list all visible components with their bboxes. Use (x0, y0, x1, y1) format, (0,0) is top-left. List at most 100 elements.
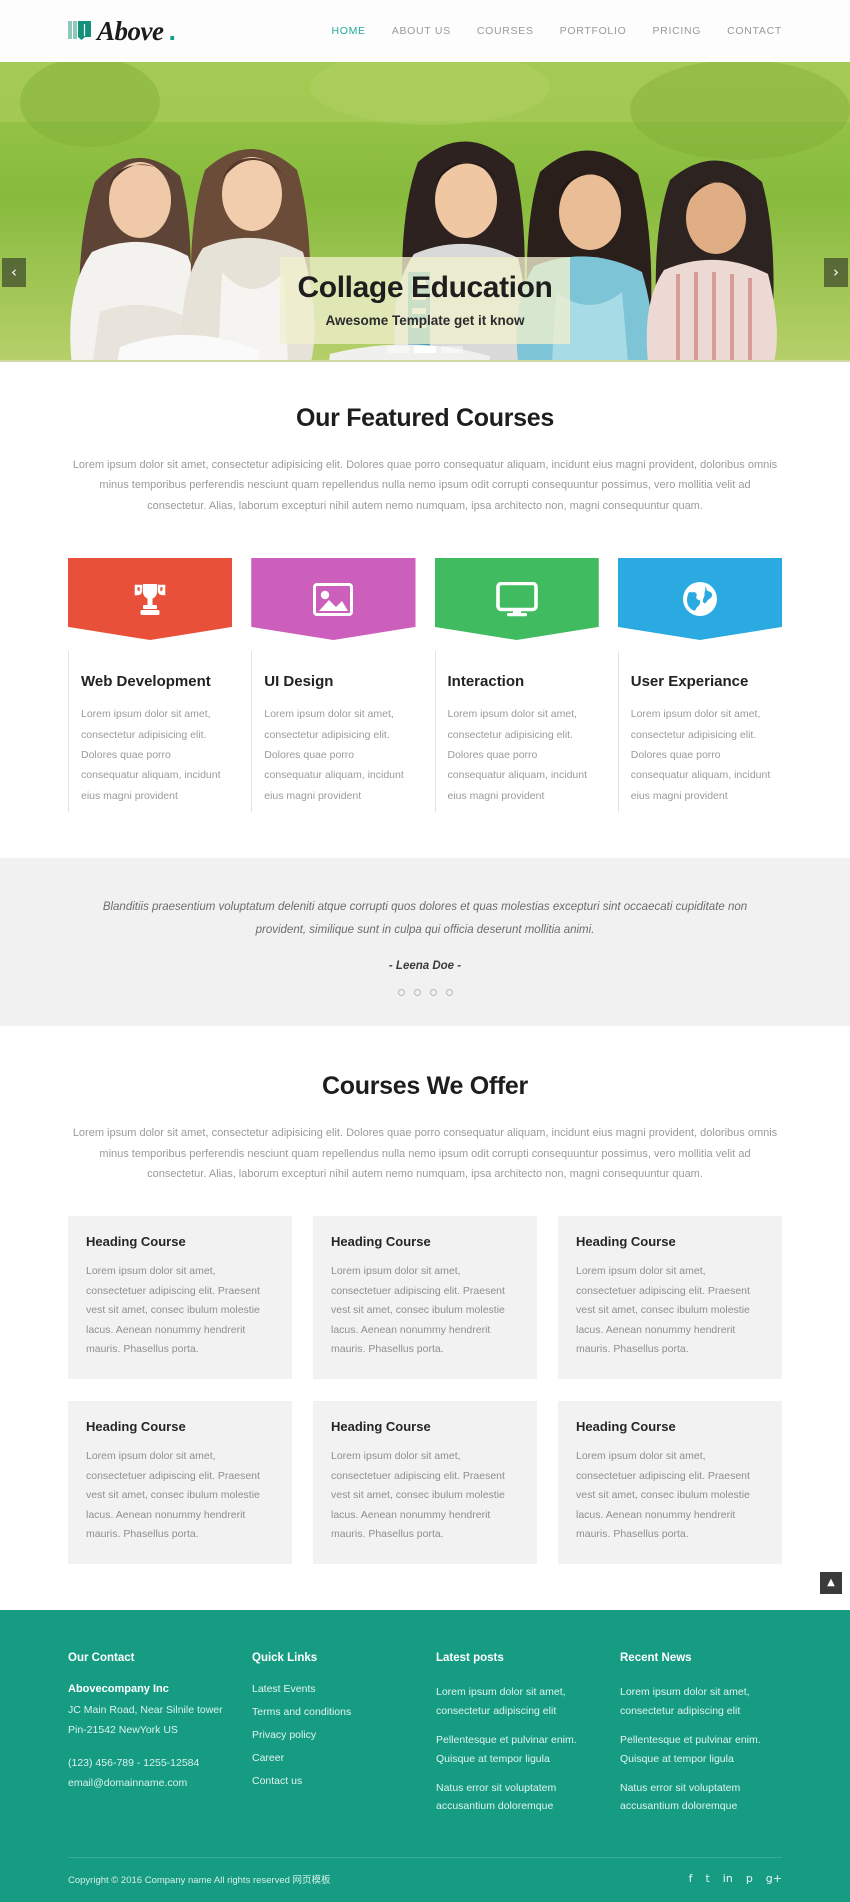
footer-latest-post-item[interactable]: Pellentesque et pulvinar enim. Quisque a… (436, 1731, 598, 1768)
feature-card-text: Lorem ipsum dolor sit amet, consectetur … (631, 704, 772, 806)
footer-address-line-1: JC Main Road, Near Silnile tower (68, 1701, 230, 1720)
offer-card-title: Heading Course (576, 1234, 764, 1249)
slider-dot-2[interactable] (414, 346, 436, 353)
featured-cards: Web Development Lorem ipsum dolor sit am… (68, 558, 782, 812)
offer-card-title: Heading Course (331, 1419, 519, 1434)
nav-item-contact[interactable]: CONTACT (727, 25, 782, 37)
footer-link-career[interactable]: Career (252, 1752, 414, 1764)
footer-contact-heading: Our Contact (68, 1652, 230, 1664)
slider-prev-button[interactable]: ‹ (2, 258, 26, 287)
feature-card-web-development[interactable]: Web Development Lorem ipsum dolor sit am… (68, 558, 232, 812)
footer-column-contact: Our Contact Abovecompany Inc JC Main Roa… (68, 1652, 230, 1826)
slider-dot-1[interactable] (387, 346, 409, 353)
nav-item-courses[interactable]: COURSES (477, 25, 534, 37)
feature-card-ui-design[interactable]: UI Design Lorem ipsum dolor sit amet, co… (251, 558, 415, 812)
footer-email[interactable]: email@domainname.com (68, 1774, 230, 1793)
main-navigation: HOME ABOUT US COURSES PORTFOLIO PRICING … (331, 25, 782, 37)
offer-card-title: Heading Course (86, 1234, 274, 1249)
linkedin-icon[interactable]: in (723, 1873, 733, 1884)
feature-card-text: Lorem ipsum dolor sit amet, consectetur … (448, 704, 589, 806)
testimonial-dot-1[interactable] (398, 989, 405, 996)
hero-slider: ‹ › Collage Education Awesome Template g… (0, 62, 850, 362)
slider-pagination (387, 346, 463, 353)
footer-link-latest-events[interactable]: Latest Events (252, 1683, 414, 1695)
hero-subtitle: Awesome Template get it know (290, 313, 560, 328)
featured-courses-section: Our Featured Courses Lorem ipsum dolor s… (0, 362, 850, 858)
footer-recent-news-item[interactable]: Pellentesque et pulvinar enim. Quisque a… (620, 1731, 782, 1768)
slider-next-button[interactable]: › (824, 258, 848, 287)
pinterest-icon[interactable]: p (746, 1873, 753, 1884)
footer-link-contact-us[interactable]: Contact us (252, 1775, 414, 1787)
footer-latest-post-item[interactable]: Lorem ipsum dolor sit amet, consectetur … (436, 1683, 598, 1720)
footer-latest-post-item[interactable]: Natus error sit voluptatem accusantium d… (436, 1779, 598, 1816)
offer-card-text: Lorem ipsum dolor sit amet, consectetuer… (86, 1447, 274, 1544)
footer-recent-news-item[interactable]: Natus error sit voluptatem accusantium d… (620, 1779, 782, 1816)
scroll-to-top-button[interactable]: ▲ (820, 1572, 842, 1594)
testimonial-dot-3[interactable] (430, 989, 437, 996)
offer-card[interactable]: Heading Course Lorem ipsum dolor sit ame… (313, 1401, 537, 1564)
footer-bottom-bar: Copyright © 2016 Company name All rights… (68, 1857, 782, 1902)
feature-card-body: Web Development Lorem ipsum dolor sit am… (68, 651, 232, 812)
slider-dot-3[interactable] (441, 346, 463, 353)
twitter-icon[interactable]: t (705, 1873, 709, 1884)
footer-company-name: Abovecompany Inc (68, 1683, 230, 1695)
feature-card-banner (251, 558, 415, 640)
hero-title: Collage Education (290, 271, 560, 304)
nav-item-pricing[interactable]: PRICING (652, 25, 701, 37)
nav-item-portfolio[interactable]: PORTFOLIO (560, 25, 627, 37)
footer-columns: Our Contact Abovecompany Inc JC Main Roa… (68, 1652, 782, 1856)
offer-card-text: Lorem ipsum dolor sit amet, consectetuer… (86, 1262, 274, 1359)
testimonial-quote: Blanditiis praesentium voluptatum deleni… (80, 896, 770, 941)
footer-latestposts-heading: Latest posts (436, 1652, 598, 1664)
logo-dot: . (168, 16, 176, 47)
offer-card[interactable]: Heading Course Lorem ipsum dolor sit ame… (313, 1216, 537, 1379)
feature-card-title: UI Design (264, 673, 405, 690)
footer-spacer (68, 1740, 230, 1754)
feature-card-user-experiance[interactable]: User Experiance Lorem ipsum dolor sit am… (618, 558, 782, 812)
offer-card[interactable]: Heading Course Lorem ipsum dolor sit ame… (558, 1216, 782, 1379)
offer-cards-grid: Heading Course Lorem ipsum dolor sit ame… (68, 1216, 782, 1564)
footer-column-latest-posts: Latest posts Lorem ipsum dolor sit amet,… (436, 1652, 598, 1826)
footer-phone: (123) 456-789 - 1255-12584 (68, 1754, 230, 1773)
featured-section-title: Our Featured Courses (68, 404, 782, 433)
offer-card[interactable]: Heading Course Lorem ipsum dolor sit ame… (558, 1401, 782, 1564)
footer-address-line-2: Pin-21542 NewYork US (68, 1721, 230, 1740)
hero-caption: Collage Education Awesome Template get i… (280, 257, 570, 344)
testimonial-dot-4[interactable] (446, 989, 453, 996)
facebook-icon[interactable]: f (689, 1873, 693, 1884)
nav-item-about-us[interactable]: ABOUT US (392, 25, 451, 37)
footer-column-quick-links: Quick Links Latest Events Terms and cond… (252, 1652, 414, 1826)
testimonial-author: - Leena Doe - (68, 960, 782, 972)
feature-card-title: Web Development (81, 673, 222, 690)
feature-card-interaction[interactable]: Interaction Lorem ipsum dolor sit amet, … (435, 558, 599, 812)
footer-quicklinks-heading: Quick Links (252, 1652, 414, 1664)
footer-quicklinks-list: Latest Events Terms and conditions Priva… (252, 1683, 414, 1787)
offer-card-title: Heading Course (86, 1419, 274, 1434)
footer-recentnews-heading: Recent News (620, 1652, 782, 1664)
offer-card-text: Lorem ipsum dolor sit amet, consectetuer… (331, 1262, 519, 1359)
featured-section-description: Lorem ipsum dolor sit amet, consectetur … (72, 455, 778, 516)
offer-card[interactable]: Heading Course Lorem ipsum dolor sit ame… (68, 1216, 292, 1379)
monitor-icon (496, 582, 538, 617)
site-footer: Our Contact Abovecompany Inc JC Main Roa… (0, 1610, 850, 1901)
footer-link-terms[interactable]: Terms and conditions (252, 1706, 414, 1718)
image-icon (313, 583, 353, 616)
feature-card-banner (618, 558, 782, 640)
social-links: f t in p g+ (689, 1873, 782, 1884)
testimonial-dot-2[interactable] (414, 989, 421, 996)
offers-section-title: Courses We Offer (68, 1072, 782, 1101)
nav-item-home[interactable]: HOME (331, 25, 365, 37)
globe-icon (681, 580, 719, 618)
googleplus-icon[interactable]: g+ (766, 1873, 782, 1884)
site-logo[interactable]: Above. (68, 16, 176, 47)
offer-card[interactable]: Heading Course Lorem ipsum dolor sit ame… (68, 1401, 292, 1564)
book-icon (68, 20, 92, 43)
site-header: Above. HOME ABOUT US COURSES PORTFOLIO P… (0, 0, 850, 62)
footer-recent-news-item[interactable]: Lorem ipsum dolor sit amet, consectetur … (620, 1683, 782, 1720)
footer-column-recent-news: Recent News Lorem ipsum dolor sit amet, … (620, 1652, 782, 1826)
offer-card-title: Heading Course (331, 1234, 519, 1249)
feature-card-text: Lorem ipsum dolor sit amet, consectetur … (81, 704, 222, 806)
footer-link-privacy[interactable]: Privacy policy (252, 1729, 414, 1741)
feature-card-body: UI Design Lorem ipsum dolor sit amet, co… (251, 651, 415, 812)
testimonial-section: Blanditiis praesentium voluptatum deleni… (0, 858, 850, 1026)
